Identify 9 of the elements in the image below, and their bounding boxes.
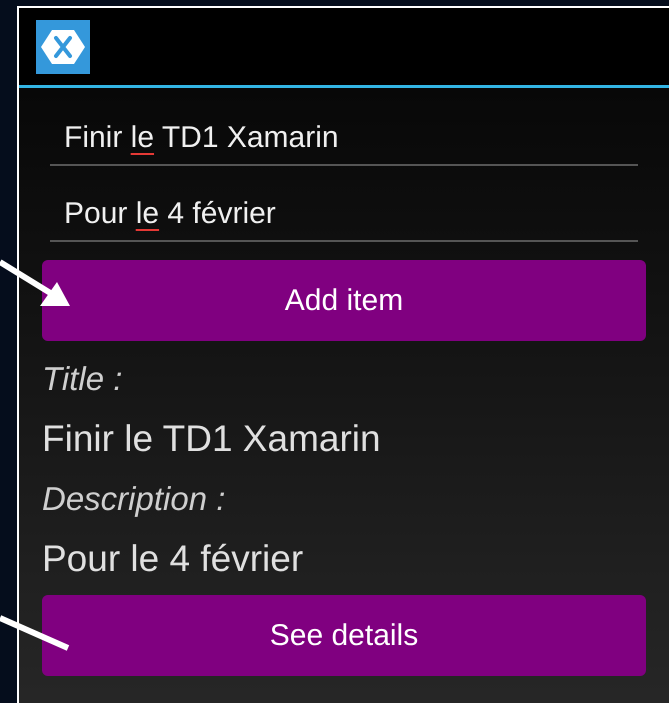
add-item-button[interactable]: Add item: [42, 260, 646, 341]
input-field[interactable]: Pour le 4 février: [50, 186, 638, 242]
field-label: Description :: [42, 479, 226, 520]
field-value: Finir le TD1 Xamarin: [42, 417, 381, 462]
field-value: Pour le 4 février: [42, 537, 304, 582]
input-field[interactable]: Finir le TD1 Xamarin: [50, 110, 638, 166]
see-details-button[interactable]: See details: [42, 595, 646, 676]
app-logo-icon: [36, 20, 90, 74]
field-label: Title :: [42, 359, 122, 400]
